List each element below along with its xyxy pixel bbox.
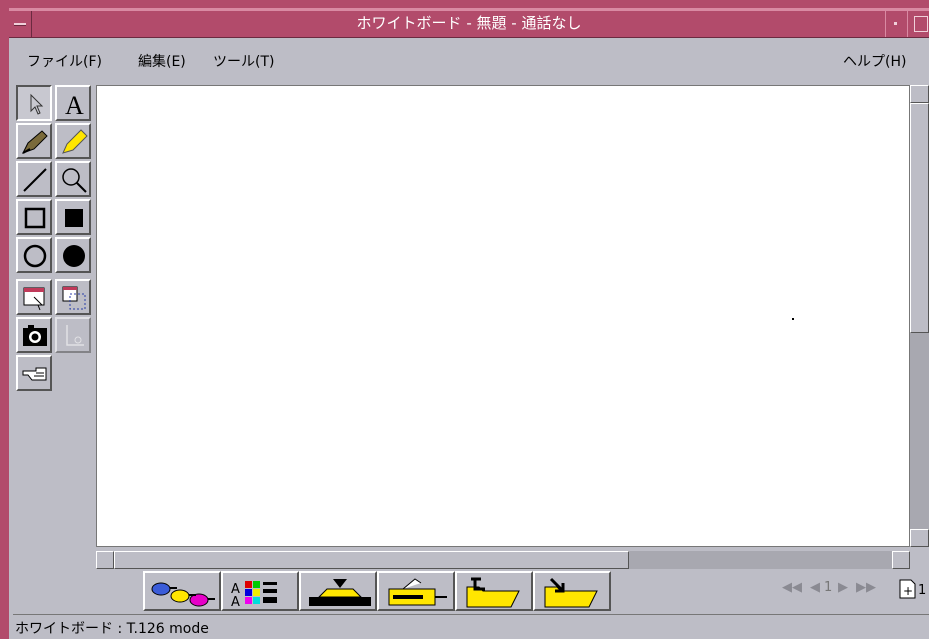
window-title: ホワイトボード - 無題 - 通話なし: [356, 14, 582, 32]
scroll-down-icon[interactable]: [910, 529, 929, 547]
bottom-toolbar: A A: [143, 571, 613, 611]
hands-icon: [151, 582, 215, 607]
synchronize-button[interactable]: [143, 571, 221, 611]
scroll-left-icon[interactable]: [96, 551, 114, 569]
zoom-tool-icon[interactable]: [55, 161, 91, 197]
page-number: 1: [824, 580, 833, 595]
tool-palette: A: [16, 85, 96, 577]
select-window-icon[interactable]: [16, 279, 52, 315]
line-tool-icon[interactable]: [16, 161, 52, 197]
menu-help[interactable]: ヘルプ(H): [843, 51, 906, 71]
vertical-scroll-thumb[interactable]: [910, 103, 929, 333]
send-page-button[interactable]: [377, 571, 455, 611]
drawing-canvas[interactable]: [96, 85, 910, 547]
first-page-icon[interactable]: ◀◀: [782, 580, 802, 595]
remote-pointer-icon[interactable]: [16, 355, 52, 391]
svg-text:+: +: [903, 584, 913, 598]
horizontal-scrollbar[interactable]: [96, 551, 910, 569]
menu-tools[interactable]: ツール(T): [213, 51, 274, 71]
window-left-border: [0, 0, 9, 639]
lock-contents-icon[interactable]: [55, 317, 91, 353]
ellipse-outline-icon[interactable]: [16, 237, 52, 273]
svg-text:A: A: [231, 595, 240, 610]
ellipse-filled-icon[interactable]: [55, 237, 91, 273]
horizontal-scroll-thumb[interactable]: [114, 551, 629, 569]
page-sorter-icon[interactable]: +1: [898, 578, 928, 604]
text-tool-icon[interactable]: A: [55, 85, 91, 121]
format-button[interactable]: A A: [221, 571, 299, 611]
insert-page-button[interactable]: [299, 571, 377, 611]
page-navigation: ◀◀ ◀ 1 ▶ ▶▶ +1: [780, 578, 929, 600]
vertical-scrollbar[interactable]: [910, 85, 929, 547]
last-page-icon[interactable]: ▶▶: [856, 580, 876, 595]
select-area-icon[interactable]: [55, 279, 91, 315]
select-arrow-icon[interactable]: [16, 85, 52, 121]
scroll-up-icon[interactable]: [910, 85, 929, 103]
maximize-icon[interactable]: [907, 11, 929, 37]
title-bar[interactable]: ホワイトボード - 無題 - 通話なし: [9, 9, 929, 38]
menu-bar: ファイル(F) 編集(E) ツール(T) ヘルプ(H): [13, 48, 929, 74]
whiteboard-window: ホワイトボード - 無題 - 通話なし ファイル(F) 編集(E) ツール(T)…: [0, 0, 929, 639]
window-inner-border: [9, 38, 13, 639]
window-top-border: [0, 0, 929, 9]
open-file-button[interactable]: [455, 571, 533, 611]
pen-tool-icon[interactable]: [16, 123, 52, 159]
status-bar: ホワイトボード : T.126 mode: [13, 614, 929, 639]
rectangle-outline-icon[interactable]: [16, 199, 52, 235]
camera-icon[interactable]: [16, 317, 52, 353]
previous-page-icon[interactable]: ◀: [810, 580, 820, 595]
svg-text:1: 1: [918, 583, 926, 598]
menu-file[interactable]: ファイル(F): [27, 51, 102, 71]
svg-text:A: A: [65, 91, 84, 119]
menu-edit[interactable]: 編集(E): [138, 51, 186, 71]
canvas-dot: [792, 318, 794, 320]
highlighter-tool-icon[interactable]: [55, 123, 91, 159]
next-page-icon[interactable]: ▶: [838, 580, 848, 595]
minimize-icon[interactable]: [885, 11, 906, 37]
save-file-button[interactable]: [533, 571, 611, 611]
scroll-right-icon[interactable]: [892, 551, 910, 569]
rectangle-filled-icon[interactable]: [55, 199, 91, 235]
